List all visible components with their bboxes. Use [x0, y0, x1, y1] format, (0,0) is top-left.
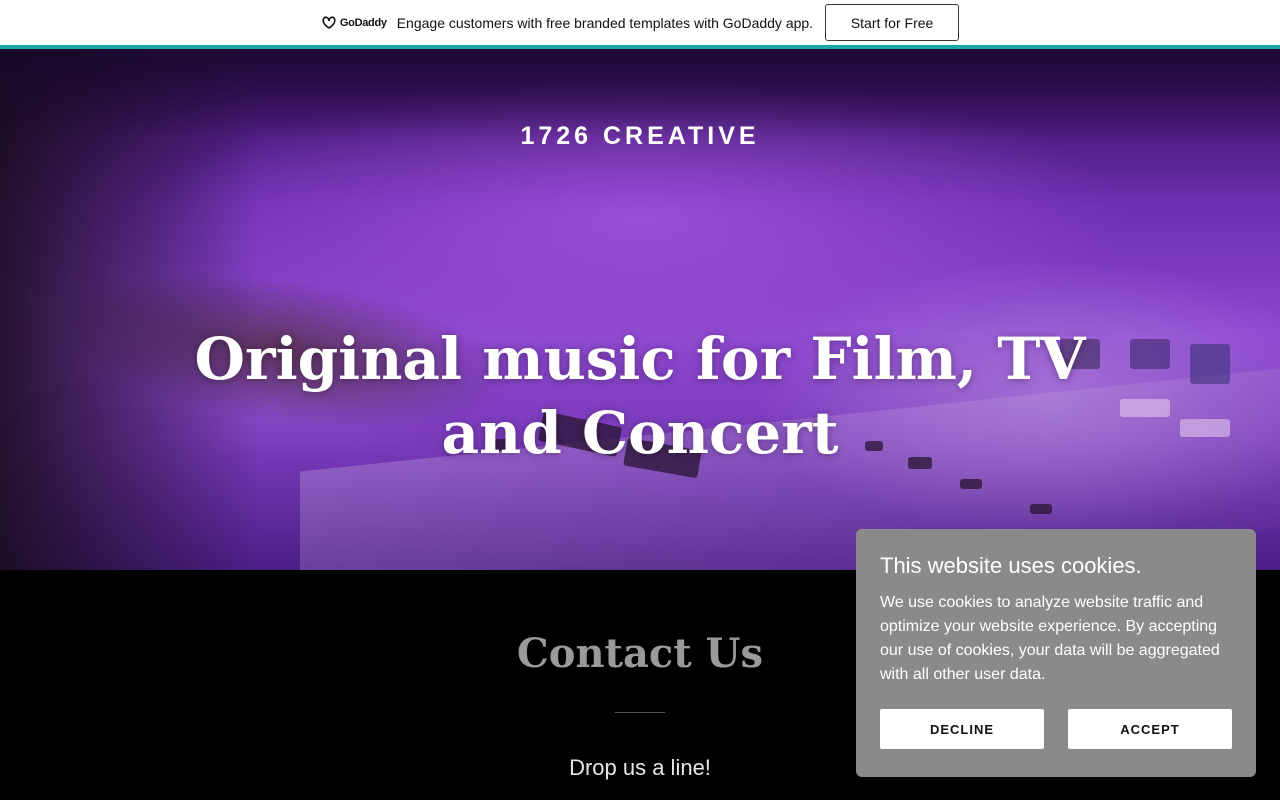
cookie-text: We use cookies to analyze website traffi…: [880, 594, 1220, 683]
godaddy-logo-text: GoDaddy: [339, 16, 387, 29]
contact-divider: [615, 712, 665, 713]
accept-button[interactable]: ACCEPT: [1068, 709, 1232, 749]
console-knob: [960, 479, 982, 489]
console-knob: [1030, 504, 1052, 514]
godaddy-icon: [322, 16, 336, 29]
hero-title-line1: Original music for Film, TV: [194, 325, 1086, 393]
start-for-free-button[interactable]: Start for Free: [825, 4, 960, 41]
hero-title: Original music for Film, TV and Concert: [0, 322, 1280, 470]
promo-bar: GoDaddy Engage customers with free brand…: [0, 0, 1280, 45]
cookie-title: This website uses cookies.: [880, 553, 1142, 578]
hero-title-line2: and Concert: [441, 399, 839, 467]
decline-button[interactable]: DECLINE: [880, 709, 1044, 749]
cookie-banner: This website uses cookies. We use cookie…: [856, 529, 1256, 777]
hero-section: 1726 CREATIVE Original music for Film, T…: [0, 49, 1280, 570]
godaddy-logo[interactable]: GoDaddy: [321, 15, 387, 30]
cookie-actions: DECLINE ACCEPT: [880, 709, 1232, 749]
promo-message: Engage customers with free branded templ…: [396, 14, 814, 31]
site-brand[interactable]: 1726 CREATIVE: [0, 122, 1280, 151]
